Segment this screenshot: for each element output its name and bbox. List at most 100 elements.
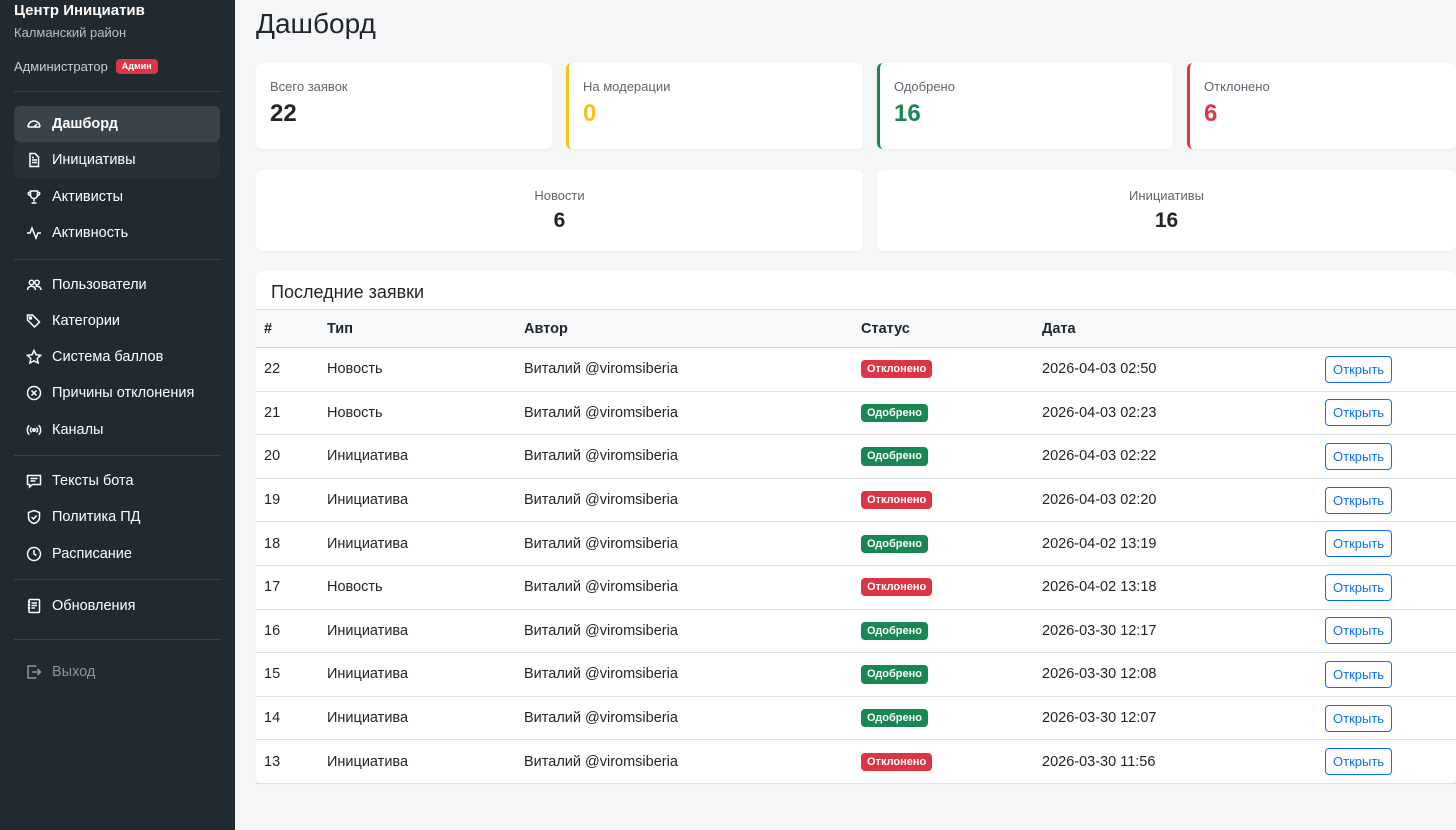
activity-icon [26, 225, 42, 241]
table-row: 13 Инициатива Виталий @viromsiberia Отклоне… [256, 740, 1456, 784]
tags-icon [26, 313, 42, 329]
open-button[interactable]: Открыть [1325, 399, 1393, 427]
status-badge: Одобрено [861, 534, 928, 553]
recent-requests-table: # Тип Автор Статус Дата 22 Новость Виталий… [256, 309, 1456, 784]
row-author: Виталий @viromsiberia [524, 361, 678, 378]
sidebar-item-initiatives[interactable]: Инициативы [14, 142, 220, 178]
open-button[interactable]: Открыть [1325, 355, 1393, 383]
sidebar-item-dashboard[interactable]: Дашборд [14, 106, 220, 142]
table-row: 22 Новость Виталий @viromsiberia Отклонено 2… [256, 348, 1456, 392]
sidebar-divider [14, 639, 221, 640]
sidebar-item-privacy-policy[interactable]: Политика ПД [14, 499, 220, 535]
row-author: Виталий @viromsiberia [524, 579, 678, 596]
row-id: 18 [264, 535, 281, 552]
open-button[interactable]: Открыть [1325, 442, 1393, 470]
row-id: 15 [264, 666, 281, 683]
status-badge: Одобрено [861, 447, 928, 466]
file-text-icon [26, 152, 42, 168]
sidebar-item-label: Инициативы [52, 152, 136, 168]
row-date: 2026-03-30 11:56 [1042, 753, 1156, 770]
open-button[interactable]: Открыть [1325, 660, 1393, 688]
sidebar-divider [14, 455, 221, 456]
mini-label: Инициативы [1129, 188, 1204, 203]
row-id: 16 [264, 622, 281, 639]
open-button[interactable]: Открыть [1325, 573, 1393, 601]
row-type: Инициатива [327, 710, 409, 727]
sidebar-item-schedule[interactable]: Расписание [14, 536, 220, 572]
row-status: Отклонено [861, 479, 933, 522]
row-type: Инициатива [327, 535, 409, 552]
row-action: Открыть [1325, 522, 1393, 565]
stat-value: 6 [1204, 100, 1218, 127]
sidebar-item-label: Политика ПД [52, 509, 141, 525]
trophy-icon [26, 189, 42, 205]
open-button[interactable]: Открыть [1325, 617, 1393, 645]
row-id: 22 [264, 361, 281, 378]
row-action: Открыть [1325, 435, 1393, 478]
table-body: 22 Новость Виталий @viromsiberia Отклонено 2… [256, 348, 1456, 784]
row-type: Новость [327, 579, 383, 596]
row-action: Открыть [1325, 392, 1393, 435]
table-row: 19 Инициатива Виталий @viromsiberia Отклоне… [256, 479, 1456, 523]
sidebar-item-users[interactable]: Пользователи [14, 267, 220, 303]
sidebar-item-categories[interactable]: Категории [14, 303, 220, 339]
row-status: Одобрено [861, 435, 928, 478]
row-status: Отклонено [861, 740, 933, 783]
people-icon [26, 277, 42, 293]
sidebar-item-updates[interactable]: Обновления [14, 588, 220, 624]
row-author: Виталий @viromsiberia [524, 535, 678, 552]
sidebar-divider [14, 579, 221, 580]
table-header-row: # Тип Автор Статус Дата [256, 309, 1456, 348]
sidebar: Центр Инициатив Калманский район Админис… [0, 0, 235, 830]
sidebar-divider [14, 259, 221, 260]
row-status: Одобрено [861, 697, 928, 740]
row-type: Новость [327, 404, 383, 421]
header-author: Автор [524, 320, 568, 337]
row-status: Одобрено [861, 610, 928, 653]
row-date: 2026-03-30 12:08 [1042, 666, 1157, 683]
row-author: Виталий @viromsiberia [524, 492, 678, 509]
sidebar-item-label: Категории [52, 313, 121, 329]
status-badge: Одобрено [861, 403, 928, 422]
sidebar-item-bot-texts[interactable]: Тексты бота [14, 463, 220, 499]
sidebar-item-label: Обновления [52, 598, 136, 614]
sidebar-item-activity[interactable]: Активность [14, 215, 220, 251]
row-action: Открыть [1325, 566, 1393, 609]
row-id: 21 [264, 404, 281, 421]
sidebar-item-label: Активность [52, 225, 129, 241]
row-status: Одобрено [861, 653, 928, 696]
sidebar-item-channels[interactable]: Каналы [14, 412, 220, 448]
table-row: 18 Инициатива Виталий @viromsiberia Одобрен… [256, 522, 1456, 566]
table-row: 14 Инициатива Виталий @viromsiberia Одобрен… [256, 697, 1456, 741]
main-content: Дашборд Всего заявок 22 На модерации 0 О… [235, 0, 1456, 830]
status-badge: Отклонено [861, 752, 933, 771]
row-author: Виталий @viromsiberia [524, 622, 678, 639]
sidebar-item-activists[interactable]: Активисты [14, 179, 220, 215]
row-action: Открыть [1325, 697, 1393, 740]
stat-value: 22 [270, 100, 297, 127]
stat-label: Одобрено [894, 79, 955, 94]
open-button[interactable]: Открыть [1325, 486, 1393, 514]
row-action: Открыть [1325, 610, 1393, 653]
speedometer-icon [26, 116, 42, 132]
sidebar-item-logout[interactable]: Выход [14, 654, 220, 690]
header-status: Статус [861, 320, 910, 337]
x-circle-icon [26, 385, 42, 401]
broadcast-icon [26, 422, 42, 438]
stat-card-approved: Одобрено 16 [877, 63, 1173, 149]
open-button[interactable]: Открыть [1325, 748, 1393, 776]
sidebar-item-rejection-reasons[interactable]: Причины отклонения [14, 375, 220, 411]
open-button[interactable]: Открыть [1325, 704, 1393, 732]
sidebar-item-points-system[interactable]: Система баллов [14, 339, 220, 375]
row-date: 2026-03-30 12:17 [1042, 622, 1157, 639]
table-row: 17 Новость Виталий @viromsiberia Отклонено 2… [256, 566, 1456, 610]
role-badge: Админ [115, 59, 158, 74]
sidebar-item-label: Система баллов [52, 349, 164, 365]
row-action: Открыть [1325, 653, 1393, 696]
recent-requests-title: Последние заявки [271, 282, 425, 302]
row-type: Новость [327, 361, 383, 378]
open-button[interactable]: Открыть [1325, 530, 1393, 558]
stat-label: Отклонено [1204, 79, 1270, 94]
stat-value: 0 [583, 100, 597, 127]
table-row: 16 Инициатива Виталий @viromsiberia Одобрен… [256, 610, 1456, 654]
